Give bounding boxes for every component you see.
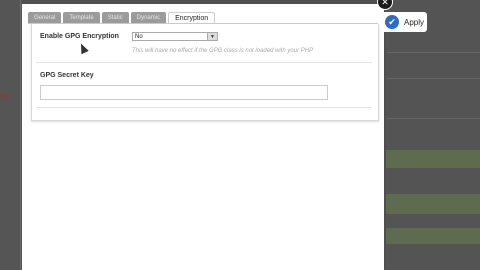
tab-template[interactable]: Template (63, 12, 100, 23)
tab-static[interactable]: Static (101, 12, 129, 23)
encryption-panel: Enable GPG Encryption No ▼ This will hav… (31, 24, 379, 121)
gpg-secret-key-label: GPG Secret Key (40, 72, 94, 79)
background-row-line (386, 78, 480, 79)
apply-button[interactable]: ✔ Apply (381, 12, 427, 32)
section-divider (36, 107, 372, 108)
apply-button-label: Apply (404, 17, 425, 27)
tab-general[interactable]: General (28, 12, 62, 23)
section-divider (36, 62, 372, 63)
settings-dialog: General Template Static Dynamic Encrypti… (22, 4, 384, 270)
background-divider (20, 0, 21, 270)
background-row-highlight (386, 194, 480, 214)
gpg-encryption-value: No (135, 33, 143, 40)
background-row-highlight (386, 150, 480, 168)
background-left-text: ra (0, 91, 9, 101)
gpg-encryption-label: Enable GPG Encryption (40, 33, 119, 40)
tab-dynamic[interactable]: Dynamic (130, 12, 167, 23)
background-left-panel (0, 0, 22, 270)
gpg-secret-key-input[interactable] (40, 85, 328, 100)
background-row-highlight (386, 228, 480, 244)
background-row-line (386, 118, 480, 119)
chevron-down-icon[interactable]: ▼ (207, 33, 217, 40)
gpg-encryption-select[interactable]: No ▼ (132, 32, 218, 41)
background-row-line (386, 52, 480, 53)
gpg-encryption-hint: This will have no effect if the GPG clas… (132, 48, 314, 54)
check-icon: ✔ (385, 15, 399, 29)
